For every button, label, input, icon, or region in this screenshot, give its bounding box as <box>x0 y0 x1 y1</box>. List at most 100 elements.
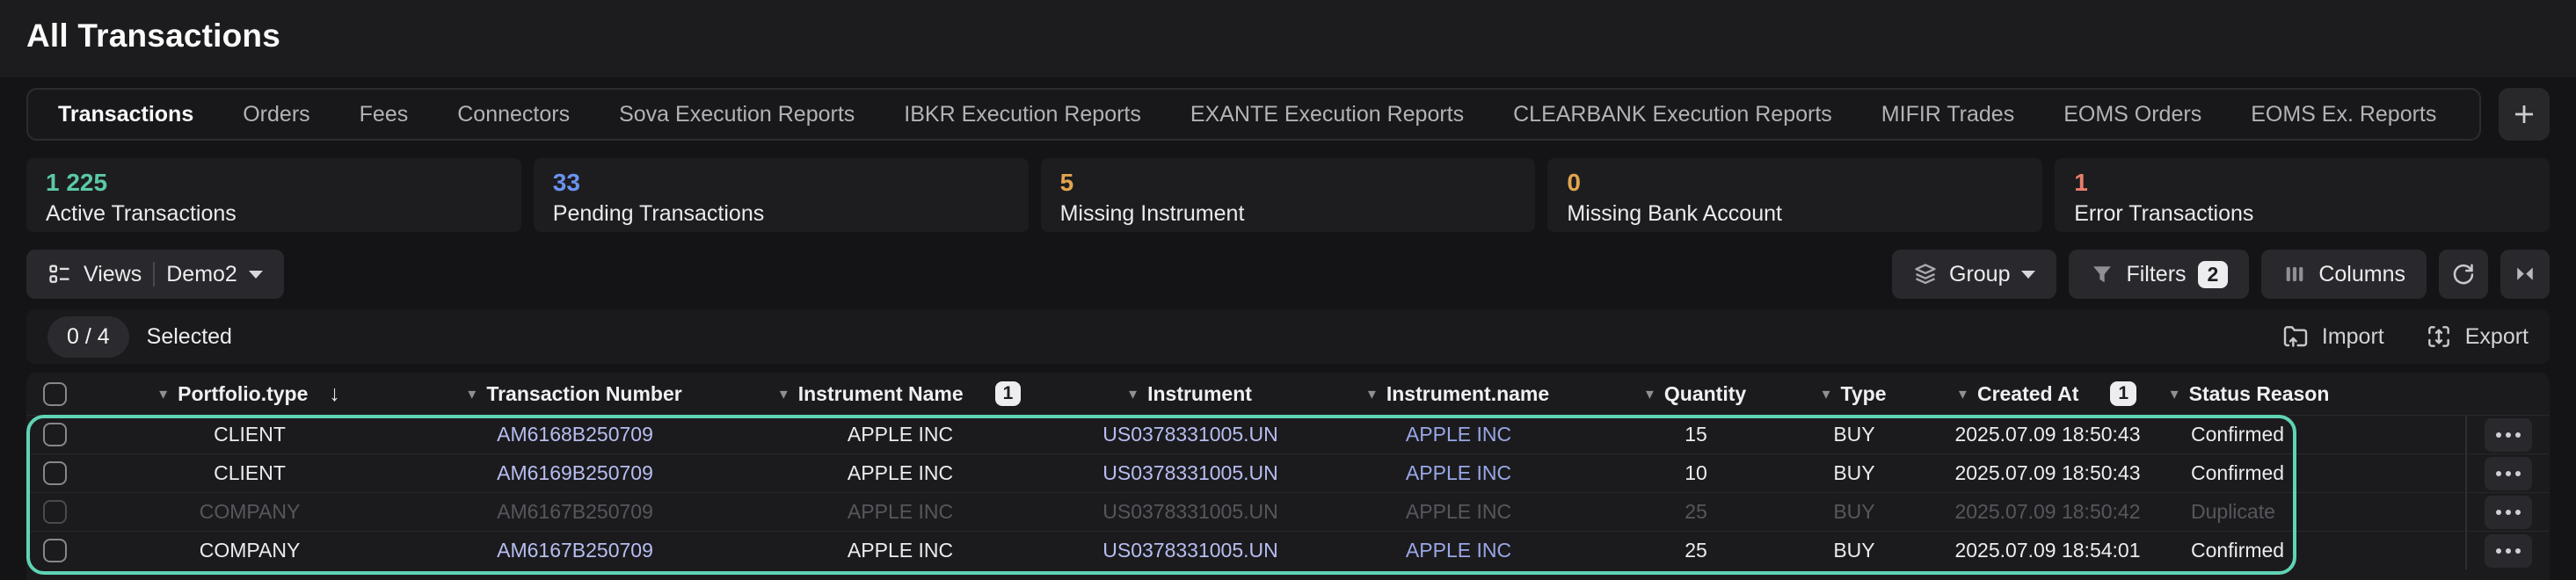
column-label: Created At <box>1977 382 2078 406</box>
type-cell: BUY <box>1788 461 1920 485</box>
stat-card-error-transactions[interactable]: 1 Error Transactions <box>2055 158 2550 232</box>
checkbox-cell <box>26 539 83 562</box>
column-header-instrument[interactable]: Instrument <box>1067 382 1313 406</box>
column-label: Portfolio.type <box>178 382 308 406</box>
instrument-dot-name-cell: APPLE INC <box>1313 461 1604 485</box>
row-menu-button[interactable] <box>2485 457 2532 490</box>
instrument-link[interactable]: US0378331005.UN <box>1067 539 1313 562</box>
column-header-portfolio-type[interactable]: Portfolio.type ↓ <box>83 381 417 407</box>
column-header-instrument-dot-name[interactable]: Instrument.name <box>1313 382 1604 406</box>
row-menu-button[interactable] <box>2485 534 2532 568</box>
instrument-link[interactable]: US0378331005.UN <box>1067 423 1313 446</box>
import-button[interactable]: Import <box>2281 323 2384 351</box>
table-row[interactable]: COMPANY AM6167B250709 APPLE INC US037833… <box>26 492 2550 531</box>
columns-button[interactable]: Columns <box>2261 250 2427 299</box>
status-reason-cell: Confirmed <box>2175 423 2325 446</box>
filters-count-badge: 2 <box>2198 261 2229 288</box>
tab-transactions[interactable]: Transactions <box>58 102 193 127</box>
views-selector[interactable]: Views Demo2 <box>26 250 284 299</box>
stat-card-missing-instrument[interactable]: 5 Missing Instrument <box>1041 158 1536 232</box>
instrument-name-cell: APPLE INC <box>733 461 1067 485</box>
ellipsis-icon <box>2506 548 2511 554</box>
sort-desc-icon[interactable]: ↓ <box>329 381 340 407</box>
selection-count: 0 / 4 <box>47 316 129 358</box>
created-at-cell: 2025.07.09 18:50:43 <box>1920 423 2175 446</box>
views-list-icon <box>47 262 72 286</box>
selection-bar: 0 / 4 Selected Import Export <box>26 309 2550 364</box>
tab-orders[interactable]: Orders <box>243 102 309 127</box>
created-at-cell: 2025.07.09 18:50:42 <box>1920 500 2175 524</box>
quantity-cell: 25 <box>1604 500 1788 524</box>
io-group: Import Export <box>2281 323 2529 351</box>
toolbar: Views Demo2 Group Filters 2 <box>26 250 2550 299</box>
tab-exante-execution-reports[interactable]: EXANTE Execution Reports <box>1190 102 1464 127</box>
column-header-status-reason[interactable]: Status Reason <box>2175 382 2325 406</box>
instrument-link[interactable]: US0378331005.UN <box>1067 461 1313 485</box>
filter-count-badge[interactable]: 1 <box>2110 381 2136 406</box>
chevron-down-icon <box>2021 271 2035 279</box>
tab-eoms-ex-reports[interactable]: EOMS Ex. Reports <box>2251 102 2436 127</box>
tab-eoms-orders[interactable]: EOMS Orders <box>2063 102 2201 127</box>
tab-clearbank-execution-reports[interactable]: CLEARBANK Execution Reports <box>1513 102 1832 127</box>
tab-ibkr-execution-reports[interactable]: IBKR Execution Reports <box>904 102 1141 127</box>
transaction-number-link[interactable]: AM6168B250709 <box>417 423 733 446</box>
row-checkbox[interactable] <box>43 500 67 524</box>
table-row[interactable]: CLIENT AM6168B250709 APPLE INC US0378331… <box>26 415 2550 453</box>
filter-count-badge[interactable]: 1 <box>995 381 1022 406</box>
group-button[interactable]: Group <box>1892 250 2056 299</box>
tab-mifir-trades[interactable]: MIFIR Trades <box>1881 102 2014 127</box>
stat-value: 5 <box>1060 169 1517 197</box>
export-button[interactable]: Export <box>2425 323 2529 351</box>
created-at-cell: 2025.07.09 18:50:43 <box>1920 461 2175 485</box>
views-label: Views <box>84 262 142 287</box>
stat-value: 33 <box>553 169 1009 197</box>
tab-fees[interactable]: Fees <box>360 102 409 127</box>
stat-card-active-transactions[interactable]: 1 225 Active Transactions <box>26 158 521 232</box>
column-header-type[interactable]: Type <box>1788 382 1920 406</box>
collapse-columns-button[interactable] <box>2500 250 2550 299</box>
column-label: Instrument <box>1147 382 1252 406</box>
instrument-link[interactable]: US0378331005.UN <box>1067 500 1313 524</box>
row-checkbox[interactable] <box>43 539 67 562</box>
transaction-number-link[interactable]: AM6169B250709 <box>417 461 733 485</box>
instrument-dot-name-cell: APPLE INC <box>1313 500 1604 524</box>
quantity-cell: 25 <box>1604 539 1788 562</box>
instrument-dot-name-cell: APPLE INC <box>1313 539 1604 562</box>
quantity-cell: 10 <box>1604 461 1788 485</box>
table-row[interactable]: CLIENT AM6169B250709 APPLE INC US0378331… <box>26 453 2550 492</box>
row-checkbox[interactable] <box>43 423 67 446</box>
stat-card-pending-transactions[interactable]: 33 Pending Transactions <box>534 158 1029 232</box>
transaction-number-link[interactable]: AM6167B250709 <box>417 539 733 562</box>
stat-label: Active Transactions <box>46 201 502 227</box>
stat-cards: 1 225 Active Transactions 33 Pending Tra… <box>26 158 2550 232</box>
tab-sova-execution-reports[interactable]: Sova Execution Reports <box>619 102 855 127</box>
refresh-button[interactable] <box>2439 250 2488 299</box>
layers-icon <box>1913 262 1938 286</box>
row-menu-button[interactable] <box>2485 418 2532 452</box>
ellipsis-icon <box>2506 432 2511 438</box>
tab-connectors[interactable]: Connectors <box>457 102 570 127</box>
row-checkbox[interactable] <box>43 461 67 485</box>
column-header-quantity[interactable]: Quantity <box>1604 382 1788 406</box>
row-actions-cell <box>2465 532 2550 569</box>
column-header-instrument-name[interactable]: Instrument Name 1 <box>733 381 1067 406</box>
column-header-created-at[interactable]: Created At 1 <box>1920 381 2175 406</box>
toolbar-right: Group Filters 2 Columns <box>1892 250 2550 299</box>
add-tab-button[interactable] <box>2499 88 2550 141</box>
filters-button[interactable]: Filters 2 <box>2069 250 2249 299</box>
row-menu-button[interactable] <box>2485 496 2532 529</box>
type-cell: BUY <box>1788 539 1920 562</box>
title-band: All Transactions <box>0 0 2576 77</box>
instrument-dot-name-cell: APPLE INC <box>1313 423 1604 446</box>
export-label: Export <box>2465 324 2529 350</box>
row-actions-cell <box>2465 493 2550 531</box>
transaction-number-link[interactable]: AM6167B250709 <box>417 500 733 524</box>
table-row[interactable]: COMPANY AM6167B250709 APPLE INC US037833… <box>26 531 2550 569</box>
column-header-transaction-number[interactable]: Transaction Number <box>417 382 733 406</box>
created-at-cell: 2025.07.09 18:54:01 <box>1920 539 2175 562</box>
portfolio-type-cell: COMPANY <box>83 539 417 562</box>
stat-card-missing-bank-account[interactable]: 0 Missing Bank Account <box>1547 158 2042 232</box>
checkbox-cell <box>26 461 83 485</box>
portfolio-type-cell: COMPANY <box>83 500 417 524</box>
select-all-checkbox[interactable] <box>43 382 67 406</box>
